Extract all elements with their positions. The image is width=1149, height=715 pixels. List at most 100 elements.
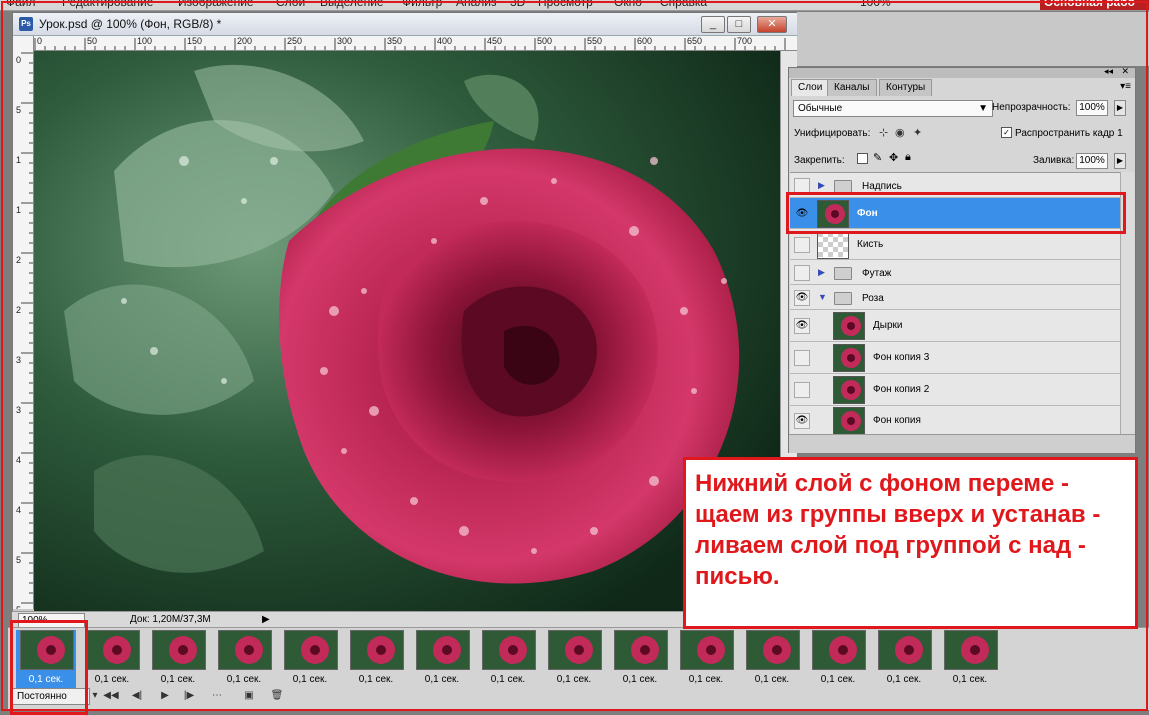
- eye-icon[interactable]: 👁︎: [794, 290, 810, 306]
- first-frame-icon[interactable]: ◀◀: [102, 689, 120, 703]
- animation-frame[interactable]: 0,1 сек.: [874, 630, 934, 688]
- ruler-horizontal[interactable]: 0 50 100 150 200 250 300 350 400 450 500…: [33, 36, 797, 51]
- animation-frame[interactable]: 0,1 сек.: [544, 630, 604, 688]
- menu-file[interactable]: Файл: [6, 0, 36, 9]
- visibility-toggle[interactable]: [794, 382, 810, 398]
- animation-frame[interactable]: 0,1 сек.: [940, 630, 1000, 688]
- layers-scrollbar[interactable]: [1120, 172, 1134, 434]
- layer-row-fon-kopiya[interactable]: 👁︎ Фон копия: [790, 406, 1120, 436]
- frame-delay[interactable]: 0,1 сек.: [412, 674, 472, 685]
- fill-field[interactable]: 100%: [1076, 153, 1108, 169]
- layer-row-fon-kopiya-3[interactable]: Фон копия 3: [790, 342, 1120, 374]
- status-menu-arrow-icon[interactable]: ▶: [262, 614, 272, 626]
- fill-slider-arrow-icon[interactable]: ▶: [1114, 153, 1126, 169]
- next-frame-icon[interactable]: |▶: [180, 689, 198, 703]
- frame-delay[interactable]: 0,1 сек.: [874, 674, 934, 685]
- animation-frame[interactable]: 0,1 сек.: [676, 630, 736, 688]
- lock-all-icon[interactable]: 🔒︎: [905, 151, 911, 164]
- expand-arrow-icon[interactable]: ▶: [818, 180, 825, 191]
- frame-delay[interactable]: 0,1 сек.: [808, 674, 868, 685]
- layer-row-dyrki[interactable]: 👁︎ Дырки: [790, 310, 1120, 342]
- frame-delay[interactable]: 0,1 сек.: [478, 674, 538, 685]
- tab-layers[interactable]: Слои: [791, 79, 830, 96]
- eye-icon[interactable]: 👁︎: [794, 206, 810, 222]
- frame-delay[interactable]: 0,1 сек.: [742, 674, 802, 685]
- frame-delay[interactable]: 0,1 сек.: [940, 674, 1000, 685]
- tab-channels[interactable]: Каналы: [827, 79, 877, 96]
- document-titlebar[interactable]: Ps Урок.psd @ 100% (Фон, RGB/8) * _ □ ✕: [13, 13, 797, 36]
- layers-panel-header[interactable]: ◂◂ ✕: [789, 66, 1135, 78]
- opacity-field[interactable]: 100%: [1076, 100, 1108, 116]
- play-icon[interactable]: ▶: [156, 689, 174, 703]
- menu-filter[interactable]: Фильтр: [402, 0, 442, 9]
- animation-frame[interactable]: 0,1 сек.: [478, 630, 538, 688]
- menu-view[interactable]: Просмотр: [538, 0, 593, 9]
- eye-icon[interactable]: 👁︎: [794, 413, 810, 429]
- animation-frame[interactable]: 0,1 сек.: [280, 630, 340, 688]
- visibility-toggle[interactable]: [794, 237, 810, 253]
- zoom-level-field[interactable]: 100%: [18, 613, 85, 628]
- ruler-vertical[interactable]: 0 5 1 1 2 2 3 3 4 4 5 5: [13, 36, 34, 609]
- menu-help[interactable]: Справка: [660, 0, 707, 9]
- frame-delay[interactable]: 0,1 сек.: [16, 674, 76, 685]
- menu-image[interactable]: Изображение: [178, 0, 254, 9]
- menu-layer[interactable]: Слой: [276, 0, 305, 9]
- animation-frame[interactable]: 0,1 сек.: [808, 630, 868, 688]
- lock-move-icon[interactable]: ✥: [889, 151, 898, 164]
- animation-frame[interactable]: 0,1 сек.: [412, 630, 472, 688]
- animation-frame[interactable]: 0,1 сек.: [82, 630, 142, 688]
- lock-transparency-icon[interactable]: [857, 153, 868, 164]
- collapse-arrow-icon[interactable]: ▼: [818, 292, 827, 302]
- layer-row-roza[interactable]: 👁︎ ▼ Роза: [790, 285, 1120, 310]
- frame-delay[interactable]: 0,1 сек.: [610, 674, 670, 685]
- visibility-toggle[interactable]: [794, 265, 810, 281]
- animation-frame[interactable]: 0,1 сек.: [610, 630, 670, 688]
- animation-frame[interactable]: 0,1 сек.: [16, 630, 76, 688]
- previous-frame-icon[interactable]: ◀|: [128, 689, 146, 703]
- restore-button[interactable]: □: [727, 16, 751, 33]
- frame-delay[interactable]: 0,1 сек.: [82, 674, 142, 685]
- unify-position-icon[interactable]: ⊹: [879, 126, 888, 139]
- menu-zoom-readout[interactable]: 100%: [860, 0, 891, 9]
- collapse-panel-icon[interactable]: ◂◂: [1104, 66, 1113, 77]
- lock-brush-icon[interactable]: ✎: [873, 151, 882, 164]
- animation-frame[interactable]: 0,1 сек.: [214, 630, 274, 688]
- menu-analysis[interactable]: Анализ: [456, 0, 497, 9]
- close-button[interactable]: ✕: [757, 16, 787, 33]
- menu-window[interactable]: Окно: [614, 0, 642, 9]
- layer-row-futazh[interactable]: ▶ Футаж: [790, 260, 1120, 285]
- frame-delay[interactable]: 0,1 сек.: [280, 674, 340, 685]
- loop-options-select[interactable]: Постоянно: [12, 688, 90, 705]
- menu-3d[interactable]: 3D: [510, 0, 525, 9]
- expand-arrow-icon[interactable]: ▶: [818, 267, 825, 278]
- visibility-toggle[interactable]: [794, 350, 810, 366]
- tab-paths[interactable]: Контуры: [879, 79, 933, 96]
- tween-icon[interactable]: ⋯: [208, 689, 226, 703]
- frame-delay[interactable]: 0,1 сек.: [676, 674, 736, 685]
- frame-delay[interactable]: 0,1 сек.: [346, 674, 406, 685]
- unify-visibility-icon[interactable]: ◉: [895, 126, 905, 139]
- canvas-rose-image[interactable]: [34, 51, 780, 611]
- layer-row-kist[interactable]: Кисть: [790, 229, 1120, 260]
- menu-select[interactable]: Выделение: [320, 0, 384, 9]
- propagate-frame-checkbox[interactable]: ✓: [1001, 127, 1012, 138]
- minimize-button[interactable]: _: [701, 16, 725, 33]
- frame-delay[interactable]: 0,1 сек.: [544, 674, 604, 685]
- animation-frame[interactable]: 0,1 сек.: [148, 630, 208, 688]
- layer-row-fon-kopiya-2[interactable]: Фон копия 2: [790, 374, 1120, 406]
- layer-row-fon[interactable]: 👁︎ Фон: [790, 198, 1120, 229]
- unify-style-icon[interactable]: ✦: [913, 126, 922, 139]
- layer-row-nadpis[interactable]: ▶ Надпись: [790, 173, 1120, 198]
- panel-menu-icon[interactable]: ▾≡: [1120, 81, 1131, 92]
- opacity-slider-arrow-icon[interactable]: ▶: [1114, 100, 1126, 116]
- duplicate-frame-icon[interactable]: ▣: [240, 689, 258, 703]
- delete-frame-icon[interactable]: 🗑︎: [268, 689, 286, 703]
- visibility-toggle[interactable]: [794, 178, 810, 194]
- animation-frame[interactable]: 0,1 сек.: [742, 630, 802, 688]
- menu-edit[interactable]: Редактирование: [62, 0, 153, 9]
- animation-frame[interactable]: 0,1 сек.: [346, 630, 406, 688]
- eye-icon[interactable]: 👁︎: [794, 318, 810, 334]
- frame-delay[interactable]: 0,1 сек.: [148, 674, 208, 685]
- workspace-button[interactable]: Основная рабо та: [1040, 0, 1149, 10]
- frame-delay[interactable]: 0,1 сек.: [214, 674, 274, 685]
